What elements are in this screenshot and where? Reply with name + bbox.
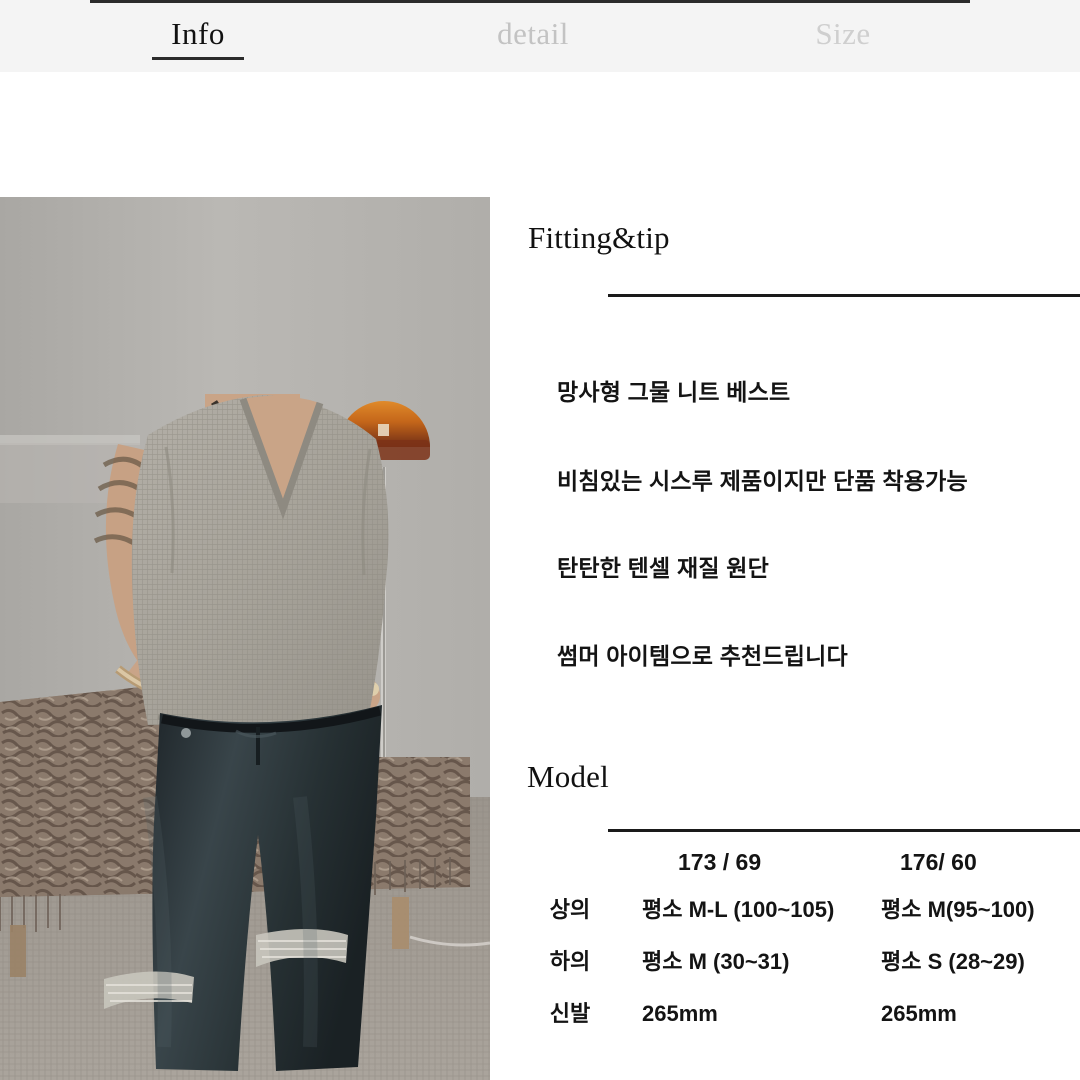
- tab-bar: Info detail Size: [0, 0, 1080, 72]
- fitting-line-4: 썸머 아이템으로 추천드립니다: [557, 643, 848, 669]
- product-photo[interactable]: [0, 197, 490, 1080]
- row-label-shoes: 신발: [549, 1001, 591, 1026]
- row-top-value-1: 평소 M-L (100~105): [642, 897, 835, 922]
- table-row: 하의 평소 M (30~31) 평소 S (28~29): [490, 945, 1080, 997]
- row-bottom-value-1: 평소 M (30~31): [642, 949, 790, 974]
- tab-info[interactable]: Info: [100, 12, 296, 58]
- model-heading: Model: [527, 759, 609, 794]
- fitting-line-2: 비침있는 시스루 제품이지만 단품 착용가능: [557, 468, 968, 494]
- row-top-value-2: 평소 M(95~100): [881, 897, 1035, 922]
- model-table-divider: [608, 829, 1080, 832]
- tab-info-active-underline: [152, 57, 244, 60]
- table-header-row: 173 / 69 176/ 60: [490, 845, 1080, 893]
- tab-size[interactable]: Size: [720, 12, 966, 58]
- table-row: 상의 평소 M-L (100~105) 평소 M(95~100): [490, 893, 1080, 945]
- row-bottom-value-2: 평소 S (28~29): [881, 949, 1025, 974]
- table-row: 신발 265mm 265mm: [490, 997, 1080, 1049]
- fitting-line-1: 망사형 그물 니트 베스트: [557, 379, 791, 405]
- model-spec-table: 173 / 69 176/ 60 상의 평소 M-L (100~105) 평소 …: [490, 845, 1080, 1049]
- tab-bar-top-rule: [90, 0, 970, 3]
- product-detail-page: Info detail Size Fitting&tip 망사형 그물 니트 베…: [0, 0, 1080, 1080]
- row-shoes-value-1: 265mm: [642, 1001, 718, 1026]
- model-column-header-2: 176/ 60: [900, 849, 977, 875]
- tab-detail[interactable]: detail: [400, 12, 666, 58]
- product-photo-illustration: [0, 197, 490, 1080]
- fitting-tip-divider: [608, 294, 1080, 297]
- product-info-column: Fitting&tip 망사형 그물 니트 베스트 비침있는 시스루 제품이지만…: [490, 197, 1080, 1080]
- fitting-tip-heading: Fitting&tip: [528, 220, 670, 255]
- row-label-bottom: 하의: [549, 949, 591, 974]
- row-shoes-value-2: 265mm: [881, 1001, 957, 1026]
- row-label-top: 상의: [549, 897, 591, 922]
- fitting-line-3: 탄탄한 텐셀 재질 원단: [557, 555, 770, 581]
- model-column-header-1: 173 / 69: [678, 849, 762, 875]
